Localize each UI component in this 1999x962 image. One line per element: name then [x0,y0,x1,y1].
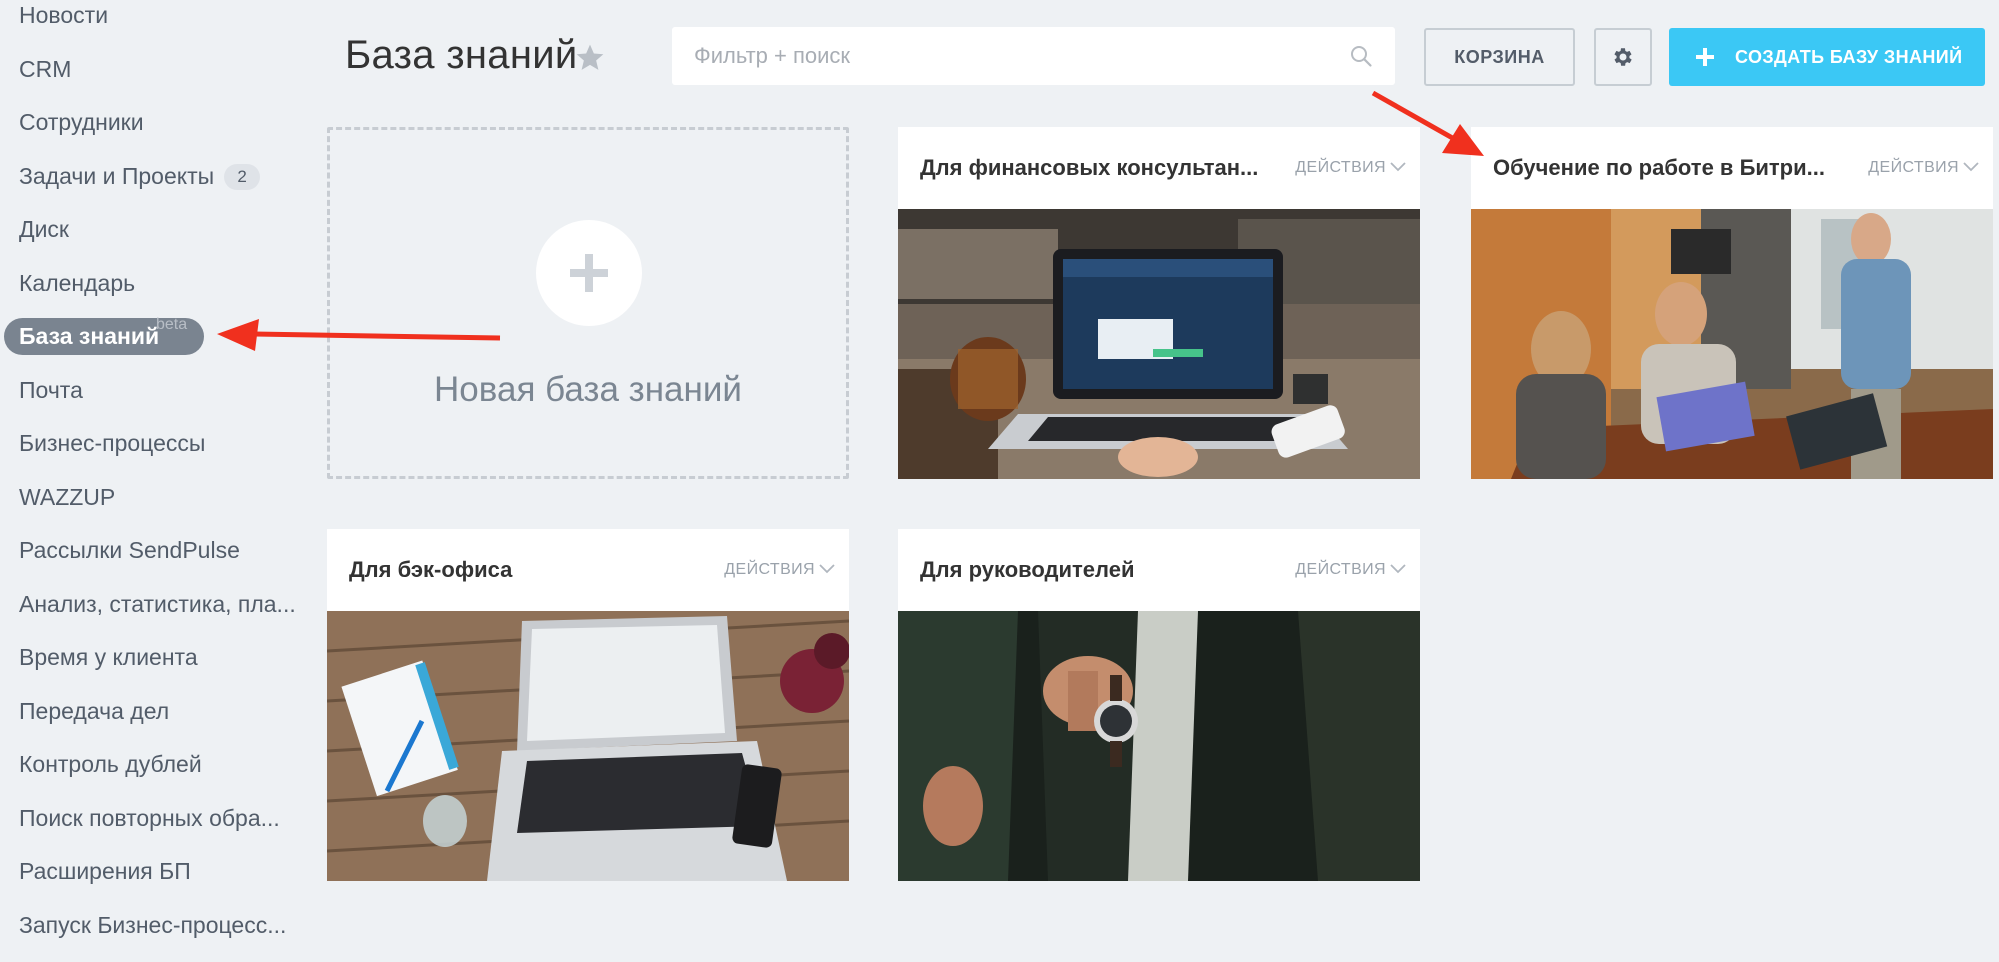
sidebar-item-label: Запуск Бизнес-процесс... [19,912,287,938]
sidebar-item-handover[interactable]: Передача дел [19,692,169,730]
left-sidebar-menu: Новости CRM Сотрудники Задачи и Проекты 2… [0,0,310,962]
card-actions-menu[interactable]: ДЕЙСТВИЯ [1295,561,1386,579]
knowledge-base-page: Новости CRM Сотрудники Задачи и Проекты 2… [0,0,1999,962]
sidebar-item-sendpulse[interactable]: Рассылки SendPulse [19,531,240,569]
laptop-revenue-photo [898,209,1420,479]
sidebar-item-mail[interactable]: Почта [19,371,83,409]
chevron-down-icon[interactable] [819,564,835,574]
sidebar-item-label: Почта [19,377,83,403]
search-icon[interactable] [1349,44,1373,68]
sidebar-item-news[interactable]: Новости [19,0,108,34]
sidebar-item-label: Сотрудники [19,109,144,135]
beta-badge: beta [156,316,188,333]
sidebar-item-label: Поиск повторных обра... [19,805,280,831]
plus-circle [536,220,642,326]
kb-card-back-office[interactable]: Для бэк-офиса ДЕЙСТВИЯ [327,529,849,881]
card-header: Для бэк-офиса ДЕЙСТВИЯ [327,529,849,611]
sidebar-item-disk[interactable]: Диск [19,210,69,248]
sidebar-item-duplicates[interactable]: Контроль дублей [19,745,202,783]
star-icon[interactable] [574,42,606,74]
desk-laptop-photo [327,611,849,881]
card-header: Для финансовых консультан... ДЕЙСТВИЯ [898,127,1420,209]
sidebar-item-label: Время у клиента [19,644,198,670]
settings-button[interactable] [1594,28,1652,86]
annotation-arrow-down-right [1371,90,1484,156]
sidebar-item-crm[interactable]: CRM [19,50,71,88]
sidebar-item-label: Расширения БП [19,858,191,884]
create-knowledge-base-button[interactable]: СОЗДАТЬ БАЗУ ЗНАНИЙ [1669,28,1985,86]
trash-button[interactable]: КОРЗИНА [1424,28,1575,86]
kb-card-training[interactable]: Обучение по работе в Битри... ДЕЙСТВИЯ [1471,127,1993,479]
new-card-label: Новая база знаний [434,370,742,409]
sidebar-item-label: Контроль дублей [19,751,202,777]
card-actions-menu[interactable]: ДЕЙСТВИЯ [724,561,815,579]
kb-card-finance[interactable]: Для финансовых консультан... ДЕЙСТВИЯ [898,127,1420,479]
card-title[interactable]: Для финансовых консультан... [920,155,1258,181]
sidebar-item-business-processes[interactable]: Бизнес-процессы [19,424,205,462]
chevron-down-icon[interactable] [1963,162,1979,172]
plus-icon [1696,48,1714,66]
sidebar-item-calendar[interactable]: Календарь [19,264,135,302]
sidebar-item-wazzup[interactable]: WAZZUP [19,478,115,516]
kb-card-managers[interactable]: Для руководителей ДЕЙСТВИЯ [898,529,1420,881]
sidebar-item-employees[interactable]: Сотрудники [19,103,144,141]
sidebar-item-label: Рассылки SendPulse [19,537,240,563]
new-knowledge-base-card[interactable]: Новая база знаний [327,127,849,479]
sidebar-item-label: Задачи и Проекты [19,163,215,189]
sidebar-item-label: CRM [19,56,72,82]
sidebar-item-bp-extensions[interactable]: Расширения БП [19,852,191,890]
sidebar-item-knowledge-base-label: База знаний [19,323,160,349]
sidebar-item-label: Бизнес-процессы [19,430,206,456]
card-header: Для руководителей ДЕЙСТВИЯ [898,529,1420,611]
sidebar-item-bp-launch[interactable]: Запуск Бизнес-процесс... [19,906,286,944]
card-title[interactable]: Для руководителей [920,557,1134,583]
annotation-arrow-left [217,319,501,351]
chevron-down-icon[interactable] [1390,564,1406,574]
chevron-down-icon[interactable] [1390,162,1406,172]
card-title[interactable]: Для бэк-офиса [349,557,512,583]
sidebar-item-label: Календарь [19,270,136,296]
sidebar-item-label: Передача дел [19,698,170,724]
card-header: Обучение по работе в Битри... ДЕЙСТВИЯ [1471,127,1993,209]
man-watch-photo [898,611,1420,881]
tasks-counter-badge: 2 [224,164,261,190]
sidebar-item-tasks[interactable]: Задачи и Проекты 2 [19,157,261,195]
sidebar-item-label: Новости [19,2,109,28]
sidebar-item-client-time[interactable]: Время у клиента [19,638,198,676]
sidebar-item-label: Анализ, статистика, пла... [19,591,296,617]
filter-search-box[interactable] [672,27,1395,85]
sidebar-item-repeat-search[interactable]: Поиск повторных обра... [19,799,280,837]
create-button-label: СОЗДАТЬ БАЗУ ЗНАНИЙ [1735,47,1963,67]
card-title[interactable]: Обучение по работе в Битри... [1493,155,1825,181]
plus-icon [570,254,608,292]
sidebar-item-analytics[interactable]: Анализ, статистика, пла... [19,585,296,623]
card-actions-menu[interactable]: ДЕЙСТВИЯ [1868,159,1959,177]
page-title: База знаний [345,33,578,77]
gear-icon [1614,48,1632,66]
sidebar-item-label: WAZZUP [19,484,116,510]
office-meeting-photo [1471,209,1993,479]
search-input[interactable] [694,27,1334,85]
sidebar-item-label: Диск [19,216,69,242]
